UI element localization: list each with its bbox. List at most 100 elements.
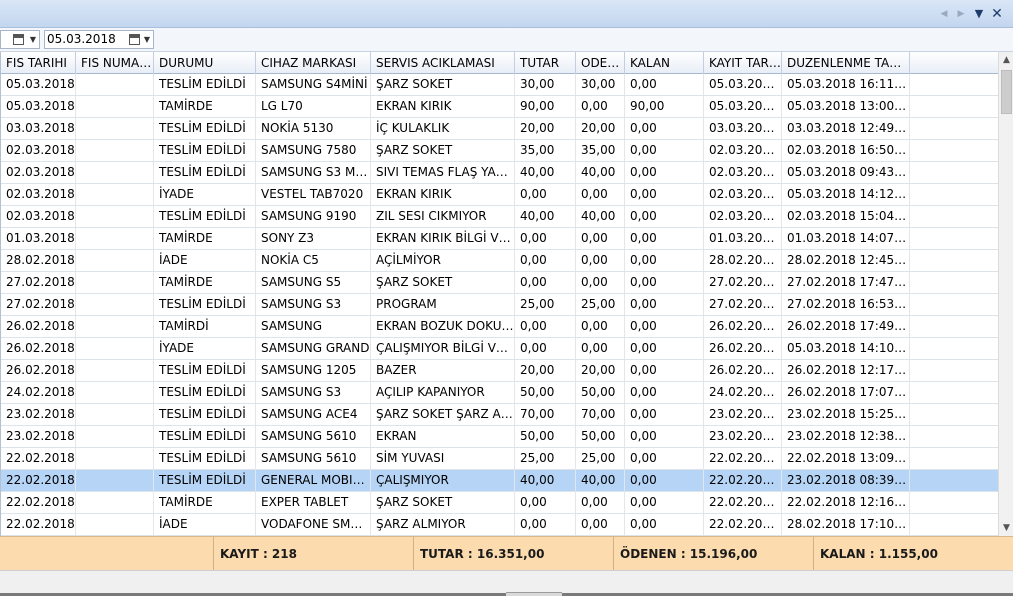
- cell-kayit-tarihi[interactable]: 26.02.2018 12:17:11: [704, 360, 782, 381]
- cell-tutar[interactable]: 30,00: [515, 74, 576, 95]
- table-row[interactable]: 28.02.2018 İADE NOKİA C5 AÇİLMİYOR 0,00 0,00 0…: [1, 250, 998, 272]
- cell-tutar[interactable]: 0,00: [515, 338, 576, 359]
- table-row[interactable]: 01.03.2018 TAMİRDE SONY Z3 EKRAN KIRIK BİLG…: [1, 228, 998, 250]
- cell-kalan[interactable]: 0,00: [625, 206, 704, 227]
- cell-kayit-tarihi[interactable]: 02.03.2018 16:50:46: [704, 140, 782, 161]
- cell-duzenlenme-tarihi[interactable]: 02.03.2018 15:04:47: [782, 206, 910, 227]
- cell-cihaz-markasi[interactable]: SONY Z3: [256, 228, 371, 249]
- cell-tutar[interactable]: 90,00: [515, 96, 576, 117]
- cell-tutar[interactable]: 0,00: [515, 514, 576, 535]
- cell-kayit-tarihi[interactable]: 23.02.2018 12:38:53: [704, 426, 782, 447]
- cell-kayit-tarihi[interactable]: 26.02.2018 14:10:24: [704, 338, 782, 359]
- cell-kalan[interactable]: 0,00: [625, 228, 704, 249]
- cell-odenen[interactable]: 0,00: [576, 338, 625, 359]
- cell-odenen[interactable]: 0,00: [576, 250, 625, 271]
- cell-tutar[interactable]: 70,00: [515, 404, 576, 425]
- cell-fis-numarasi[interactable]: [76, 492, 154, 513]
- scroll-up-icon[interactable]: ▲: [999, 52, 1013, 68]
- cell-cihaz-markasi[interactable]: SAMSUNG 5610: [256, 426, 371, 447]
- cell-kayit-tarihi[interactable]: 27.02.2018 17:47:58: [704, 272, 782, 293]
- cell-duzenlenme-tarihi[interactable]: 28.02.2018 17:10:58: [782, 514, 910, 535]
- cell-odenen[interactable]: 70,00: [576, 404, 625, 425]
- cell-kalan[interactable]: 0,00: [625, 470, 704, 491]
- cell-durumu[interactable]: TESLİM EDİLDİ: [154, 74, 256, 95]
- cell-duzenlenme-tarihi[interactable]: 05.03.2018 16:11:48: [782, 74, 910, 95]
- cell-duzenlenme-tarihi[interactable]: 22.02.2018 12:16:29: [782, 492, 910, 513]
- table-row[interactable]: 03.03.2018 TESLİM EDİLDİ NOKİA 5130 İÇ KULA…: [1, 118, 998, 140]
- header-col-fis-tarihi[interactable]: FIS TARIHI: [1, 52, 76, 74]
- cell-fis-numarasi[interactable]: [76, 426, 154, 447]
- cell-cihaz-markasi[interactable]: SAMSUNG S5: [256, 272, 371, 293]
- table-row[interactable]: 02.03.2018 İYADE VESTEL TAB7020 EKRAN KIRIK…: [1, 184, 998, 206]
- cell-servis-aciklamasi[interactable]: ŞARZ SOKET: [371, 74, 515, 95]
- resize-grip[interactable]: [506, 592, 562, 596]
- triangle-left-icon[interactable]: ◀: [937, 6, 951, 22]
- table-row[interactable]: 24.02.2018 TESLİM EDİLDİ SAMSUNG S3 AÇILIP …: [1, 382, 998, 404]
- cell-tutar[interactable]: 20,00: [515, 118, 576, 139]
- table-row[interactable]: 26.02.2018 İYADE SAMSUNG GRAND ÇALIŞMIYOR B…: [1, 338, 998, 360]
- cell-tutar[interactable]: 40,00: [515, 162, 576, 183]
- cell-tutar[interactable]: 25,00: [515, 294, 576, 315]
- triangle-right-icon[interactable]: ▶: [954, 6, 968, 22]
- cell-cihaz-markasi[interactable]: VESTEL TAB7020: [256, 184, 371, 205]
- cell-servis-aciklamasi[interactable]: AÇİLMİYOR: [371, 250, 515, 271]
- cell-durumu[interactable]: TESLİM EDİLDİ: [154, 294, 256, 315]
- cell-tutar[interactable]: 40,00: [515, 206, 576, 227]
- cell-durumu[interactable]: TAMİRDE: [154, 96, 256, 117]
- cell-duzenlenme-tarihi[interactable]: 27.02.2018 16:53:57: [782, 294, 910, 315]
- cell-kalan[interactable]: 0,00: [625, 74, 704, 95]
- cell-fis-numarasi[interactable]: [76, 404, 154, 425]
- scroll-thumb[interactable]: [1001, 70, 1012, 114]
- cell-fis-tarihi[interactable]: 26.02.2018: [1, 360, 76, 381]
- cell-tutar[interactable]: 0,00: [515, 250, 576, 271]
- cell-kalan[interactable]: 0,00: [625, 382, 704, 403]
- cell-cihaz-markasi[interactable]: SAMSUNG 5610: [256, 448, 371, 469]
- cell-odenen[interactable]: 0,00: [576, 492, 625, 513]
- cell-duzenlenme-tarihi[interactable]: 02.03.2018 16:50:46: [782, 140, 910, 161]
- cell-fis-numarasi[interactable]: [76, 382, 154, 403]
- cell-fis-numarasi[interactable]: [76, 514, 154, 535]
- cell-odenen[interactable]: 25,00: [576, 448, 625, 469]
- cell-odenen[interactable]: 20,00: [576, 360, 625, 381]
- cell-fis-numarasi[interactable]: [76, 184, 154, 205]
- cell-fis-tarihi[interactable]: 22.02.2018: [1, 492, 76, 513]
- table-row[interactable]: 27.02.2018 TAMİRDE SAMSUNG S5 ŞARZ SOKET 0,0…: [1, 272, 998, 294]
- cell-cihaz-markasi[interactable]: SAMSUNG S3: [256, 382, 371, 403]
- table-row[interactable]: 02.03.2018 TESLİM EDİLDİ SAMSUNG 7580 ŞARZ …: [1, 140, 998, 162]
- cell-kayit-tarihi[interactable]: 22.02.2018 17:10:58: [704, 514, 782, 535]
- cell-odenen[interactable]: 0,00: [576, 272, 625, 293]
- cell-tutar[interactable]: 40,00: [515, 470, 576, 491]
- cell-fis-numarasi[interactable]: [76, 470, 154, 491]
- cell-servis-aciklamasi[interactable]: EKRAN KIRIK BİLGİ VERİLECEK: [371, 228, 515, 249]
- cell-durumu[interactable]: TESLİM EDİLDİ: [154, 470, 256, 491]
- cell-fis-tarihi[interactable]: 01.03.2018: [1, 228, 76, 249]
- cell-cihaz-markasi[interactable]: SAMSUNG 7580: [256, 140, 371, 161]
- cell-cihaz-markasi[interactable]: SAMSUNG S3: [256, 294, 371, 315]
- cell-duzenlenme-tarihi[interactable]: 23.02.2018 15:25:04: [782, 404, 910, 425]
- cell-fis-numarasi[interactable]: [76, 448, 154, 469]
- cell-durumu[interactable]: TESLİM EDİLDİ: [154, 360, 256, 381]
- cell-kalan[interactable]: 0,00: [625, 404, 704, 425]
- cell-servis-aciklamasi[interactable]: EKRAN BOZUK DOKUNMATİK: [371, 316, 515, 337]
- cell-duzenlenme-tarihi[interactable]: 05.03.2018 14:12:09: [782, 184, 910, 205]
- cell-kalan[interactable]: 0,00: [625, 162, 704, 183]
- cell-fis-numarasi[interactable]: [76, 316, 154, 337]
- cell-fis-numarasi[interactable]: [76, 96, 154, 117]
- table-row[interactable]: 23.02.2018 TESLİM EDİLDİ SAMSUNG 5610 EKRAN…: [1, 426, 998, 448]
- cell-durumu[interactable]: TESLİM EDİLDİ: [154, 118, 256, 139]
- cell-fis-numarasi[interactable]: [76, 118, 154, 139]
- close-icon[interactable]: ✕: [990, 6, 1004, 22]
- cell-durumu[interactable]: İYADE: [154, 338, 256, 359]
- cell-kalan[interactable]: 90,00: [625, 96, 704, 117]
- cell-duzenlenme-tarihi[interactable]: 23.02.2018 08:39:43: [782, 470, 910, 491]
- cell-cihaz-markasi[interactable]: LG L70: [256, 96, 371, 117]
- cell-fis-numarasi[interactable]: [76, 162, 154, 183]
- cell-fis-tarihi[interactable]: 22.02.2018: [1, 448, 76, 469]
- cell-odenen[interactable]: 20,00: [576, 118, 625, 139]
- cell-fis-tarihi[interactable]: 02.03.2018: [1, 140, 76, 161]
- cell-duzenlenme-tarihi[interactable]: 22.02.2018 13:09:35: [782, 448, 910, 469]
- cell-fis-tarihi[interactable]: 22.02.2018: [1, 514, 76, 535]
- cell-servis-aciklamasi[interactable]: BAZER: [371, 360, 515, 381]
- cell-kayit-tarihi[interactable]: 02.03.2018 15:04:47: [704, 206, 782, 227]
- cell-servis-aciklamasi[interactable]: ZIL SESI CIKMIYOR: [371, 206, 515, 227]
